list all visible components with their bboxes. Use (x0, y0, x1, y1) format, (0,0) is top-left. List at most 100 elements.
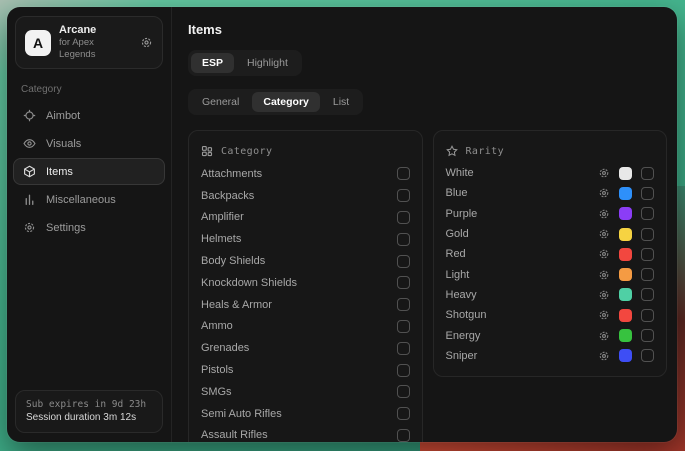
category-panel: Category AttachmentsBackpacksAmplifierHe… (188, 130, 423, 442)
checkbox-shotgun[interactable] (641, 309, 654, 322)
category-row-label: Assault Rifles (201, 429, 268, 441)
settings-gear-icon[interactable] (140, 36, 153, 49)
checkbox-body-shields[interactable] (397, 255, 410, 268)
checkbox-blue[interactable] (641, 187, 654, 200)
gear-icon[interactable] (598, 350, 610, 362)
gear-icon[interactable] (598, 208, 610, 220)
checkbox-light[interactable] (641, 268, 654, 281)
category-row-label: Semi Auto Rifles (201, 408, 282, 420)
sidebar-nav: Aimbot Visuals Items MiscellaneousSettings (7, 98, 171, 245)
color-swatch-shotgun[interactable] (619, 309, 632, 322)
color-swatch-heavy[interactable] (619, 288, 632, 301)
rarity-row-shotgun: Shotgun (446, 305, 655, 325)
rarity-row-controls (598, 187, 654, 200)
subscription-info-box: Sub expires in 9d 23h Session duration 3… (15, 390, 163, 433)
rarity-panel-title: Rarity (466, 146, 505, 157)
sidebar-item-settings[interactable]: Settings (13, 214, 165, 241)
rarity-row-controls (598, 228, 654, 241)
color-swatch-energy[interactable] (619, 329, 632, 342)
gear-icon[interactable] (598, 187, 610, 199)
sidebar: A Arcane for Apex Legends Category Aimbo… (7, 7, 172, 442)
rarity-row-label: Purple (446, 208, 478, 220)
sidebar-item-miscellaneous[interactable]: Miscellaneous (13, 186, 165, 213)
gear-icon[interactable] (598, 167, 610, 179)
tab-general[interactable]: General (191, 92, 250, 112)
gear-icon[interactable] (598, 330, 610, 342)
color-swatch-white[interactable] (619, 167, 632, 180)
color-swatch-sniper[interactable] (619, 349, 632, 362)
checkbox-helmets[interactable] (397, 233, 410, 246)
category-row-label: Heals & Armor (201, 299, 272, 311)
rarity-row-label: Shotgun (446, 309, 487, 321)
rarity-row-light: Light (446, 264, 655, 284)
rarity-row-label: Heavy (446, 289, 477, 301)
color-swatch-purple[interactable] (619, 207, 632, 220)
checkbox-assault-rifles[interactable] (397, 429, 410, 442)
category-row-amplifier: Amplifier (201, 207, 410, 229)
color-swatch-red[interactable] (619, 248, 632, 261)
rarity-row-controls (598, 167, 654, 180)
tab-list[interactable]: List (322, 92, 360, 112)
rarity-row-controls (598, 288, 654, 301)
sidebar-item-items[interactable]: Items (13, 158, 165, 185)
gear-icon (23, 221, 36, 234)
gear-icon[interactable] (598, 228, 610, 240)
rarity-row-controls (598, 207, 654, 220)
category-rows: AttachmentsBackpacksAmplifierHelmetsBody… (201, 163, 410, 442)
checkbox-energy[interactable] (641, 329, 654, 342)
checkbox-knockdown-shields[interactable] (397, 276, 410, 289)
checkbox-smgs[interactable] (397, 385, 410, 398)
checkbox-ammo[interactable] (397, 320, 410, 333)
color-swatch-blue[interactable] (619, 187, 632, 200)
checkbox-amplifier[interactable] (397, 211, 410, 224)
sidebar-item-label: Aimbot (46, 110, 80, 122)
rarity-row-label: Energy (446, 330, 481, 342)
checkbox-purple[interactable] (641, 207, 654, 220)
sidebar-item-visuals[interactable]: Visuals (13, 130, 165, 157)
category-panel-title: Category (221, 146, 272, 157)
mode-highlight[interactable]: Highlight (236, 53, 299, 73)
category-row-ammo: Ammo (201, 316, 410, 338)
category-row-label: Knockdown Shields (201, 277, 297, 289)
checkbox-white[interactable] (641, 167, 654, 180)
checkbox-semi-auto-rifles[interactable] (397, 407, 410, 420)
rarity-row-controls (598, 349, 654, 362)
rarity-panel-header: Rarity (446, 139, 655, 163)
checkbox-heals-armor[interactable] (397, 298, 410, 311)
checkbox-gold[interactable] (641, 228, 654, 241)
sidebar-item-label: Items (46, 166, 73, 178)
rarity-row-label: Sniper (446, 350, 478, 362)
category-row-helmets: Helmets (201, 228, 410, 250)
gear-icon[interactable] (598, 269, 610, 281)
rarity-row-controls (598, 329, 654, 342)
checkbox-pistols[interactable] (397, 364, 410, 377)
category-row-label: Grenades (201, 342, 249, 354)
gear-icon[interactable] (598, 309, 610, 321)
bars-icon (23, 193, 36, 206)
color-swatch-light[interactable] (619, 268, 632, 281)
app-meta: Arcane for Apex Legends (59, 24, 132, 61)
session-duration-text: Session duration 3m 12s (26, 411, 152, 425)
gear-icon[interactable] (598, 248, 610, 260)
rarity-row-label: Blue (446, 187, 468, 199)
tab-category[interactable]: Category (252, 92, 320, 112)
sidebar-section-label: Category (21, 84, 171, 95)
color-swatch-gold[interactable] (619, 228, 632, 241)
grid-icon (201, 145, 213, 157)
checkbox-sniper[interactable] (641, 349, 654, 362)
checkbox-backpacks[interactable] (397, 189, 410, 202)
gear-icon[interactable] (598, 289, 610, 301)
checkbox-grenades[interactable] (397, 342, 410, 355)
category-row-label: Body Shields (201, 255, 265, 267)
mode-esp[interactable]: ESP (191, 53, 234, 73)
checkbox-red[interactable] (641, 248, 654, 261)
checkbox-heavy[interactable] (641, 288, 654, 301)
category-row-semi-auto-rifles: Semi Auto Rifles (201, 403, 410, 425)
sidebar-item-aimbot[interactable]: Aimbot (13, 102, 165, 129)
panels-row: Category AttachmentsBackpacksAmplifierHe… (188, 130, 667, 442)
rarity-row-energy: Energy (446, 325, 655, 345)
checkbox-attachments[interactable] (397, 167, 410, 180)
box-icon (23, 165, 36, 178)
category-row-label: Helmets (201, 233, 241, 245)
star-icon (446, 145, 458, 157)
